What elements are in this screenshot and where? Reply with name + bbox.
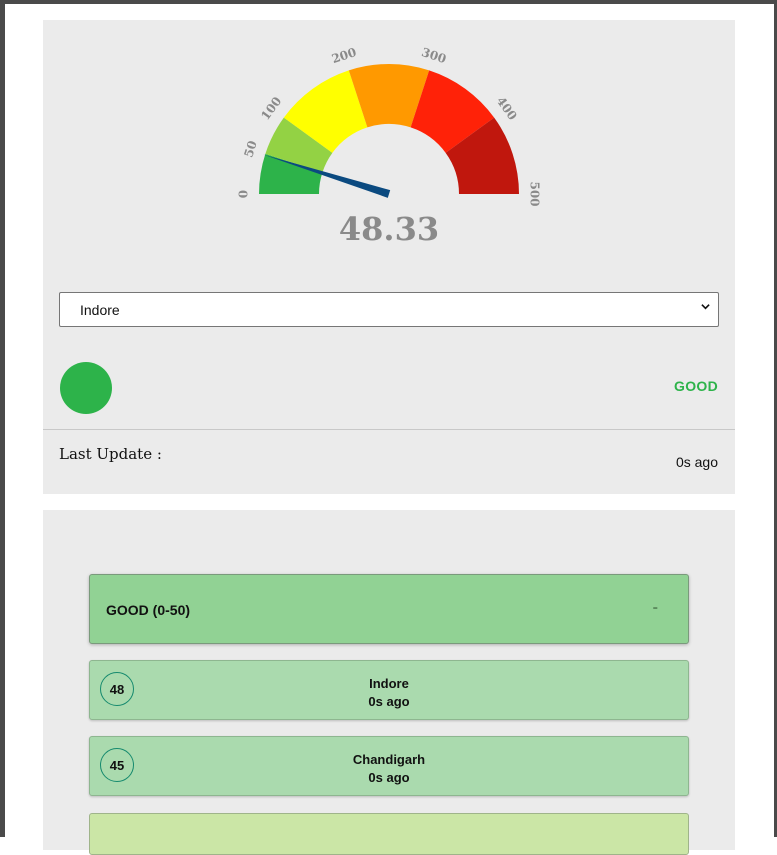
status-label: GOOD (674, 378, 718, 394)
category-header-next[interactable] (89, 813, 689, 855)
gauge-tick-label: 0 (237, 190, 251, 198)
gauge-tick-label: 50 (241, 139, 259, 159)
status-indicator-circle (60, 362, 112, 414)
list-item[interactable]: 45 Chandigarh 0s ago (89, 736, 689, 796)
update-time: 0s ago (368, 770, 410, 785)
chevron-down-icon (701, 304, 710, 310)
category-header-good[interactable]: GOOD (0-50) - (89, 574, 689, 644)
city-name: Chandigarh (352, 752, 426, 767)
update-time: 0s ago (368, 694, 410, 709)
gauge-tick-label: 300 (420, 45, 448, 66)
window-frame-left (0, 0, 5, 837)
gauge-tick-label: 400 (494, 94, 520, 123)
city-select-value: Indore (80, 302, 120, 318)
city-select[interactable]: Indore (59, 292, 719, 327)
aqi-category-list: GOOD (0-50) - 48 Indore 0s ago 45 Chandi… (43, 510, 735, 855)
gauge-tick-label: 500 (528, 181, 542, 206)
collapse-toggle[interactable]: - (653, 599, 658, 617)
last-update-label: Last Update : (59, 445, 162, 463)
category-label: GOOD (0-50) (106, 602, 191, 618)
list-item[interactable]: 48 Indore 0s ago (89, 660, 689, 720)
city-name: Indore (369, 676, 409, 691)
gauge-value: 48.33 (338, 210, 440, 248)
divider (43, 429, 735, 430)
aqi-summary-card: 0 50 100 200 300 400 500 48.33 Indore GOOD Las… (43, 20, 735, 494)
last-update-value: 0s ago (675, 454, 718, 470)
gauge-tick-label: 200 (330, 45, 358, 66)
gauge-tick-label: 100 (258, 94, 284, 123)
window-frame-top (0, 0, 777, 4)
